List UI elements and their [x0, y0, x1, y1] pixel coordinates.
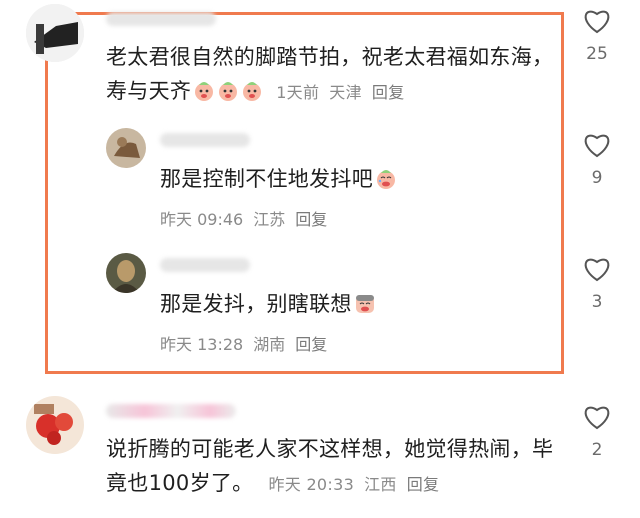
reply-button[interactable]: 回复 — [407, 475, 440, 494]
reply-location: 江苏 — [253, 210, 286, 229]
peach-face-icon — [215, 79, 239, 103]
reply-text: 那是发抖，别瞎联想 — [160, 287, 540, 321]
username[interactable] — [106, 404, 236, 418]
reply-button[interactable]: 回复 — [295, 335, 327, 354]
username[interactable] — [160, 133, 250, 147]
peach-face-icon — [239, 79, 263, 103]
avatar[interactable] — [106, 253, 146, 293]
peach-face-icon — [373, 167, 397, 191]
avatar-image — [26, 4, 84, 62]
reply-time: 昨天 13:28 — [160, 335, 244, 354]
reply-text: 那是控制不住地发抖吧 — [160, 162, 540, 196]
heart-icon — [584, 258, 610, 282]
like-button[interactable]: 3 — [577, 256, 617, 312]
heart-icon — [584, 10, 610, 34]
like-button[interactable]: 9 — [577, 132, 617, 188]
avatar[interactable] — [106, 128, 146, 168]
like-button[interactable]: 2 — [577, 404, 617, 460]
like-count: 2 — [591, 440, 603, 460]
username[interactable] — [160, 258, 250, 272]
like-count: 3 — [591, 292, 603, 312]
username[interactable] — [106, 12, 216, 26]
avatar-image — [106, 128, 146, 168]
comment-meta: 1天前 天津 回复 — [276, 83, 404, 102]
comment-text: 说折腾的可能老人家不这样想，她觉得热闹，毕竟也100岁了。 昨天 20:33 江西… — [106, 437, 554, 495]
reply-location: 湖南 — [253, 335, 286, 354]
crying-face-icon — [352, 292, 376, 316]
avatar-image — [26, 396, 84, 454]
reply-meta: 昨天 09:46 江苏 回复 — [160, 206, 327, 230]
reply-button[interactable]: 回复 — [372, 83, 405, 102]
reply-meta: 昨天 13:28 湖南 回复 — [160, 331, 327, 355]
avatar-image — [106, 253, 146, 293]
avatar[interactable] — [26, 396, 84, 454]
heart-icon — [584, 406, 610, 430]
like-count: 25 — [586, 44, 608, 64]
heart-icon — [584, 134, 610, 158]
reply-button[interactable]: 回复 — [295, 210, 327, 229]
comment-meta: 昨天 20:33 江西 回复 — [268, 475, 439, 494]
comment-location: 天津 — [329, 83, 362, 102]
peach-face-icon — [191, 79, 215, 103]
comment-time: 昨天 20:33 — [268, 475, 355, 494]
like-button[interactable]: 25 — [577, 8, 617, 64]
comment-location: 江西 — [364, 475, 397, 494]
comment-time: 1天前 — [276, 83, 320, 102]
like-count: 9 — [591, 168, 603, 188]
comment-text: 老太君很自然的脚踏节拍，祝老太君福如东海，寿与天齐 1天前 天津 回复 — [106, 45, 554, 103]
avatar[interactable] — [26, 4, 84, 62]
reply-time: 昨天 09:46 — [160, 210, 244, 229]
